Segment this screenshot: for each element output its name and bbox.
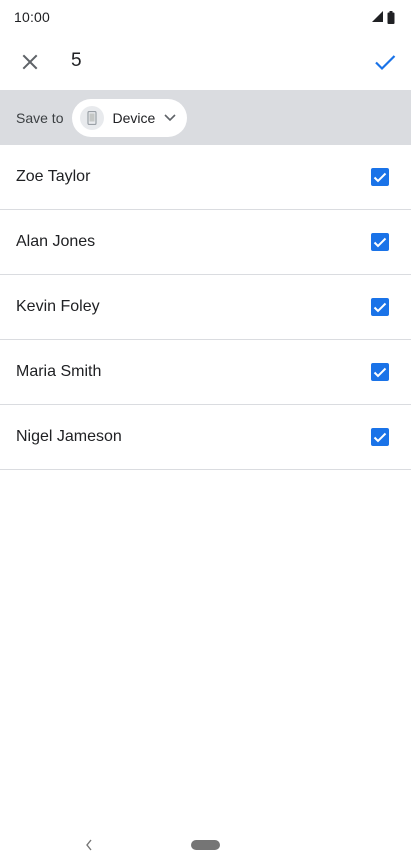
contact-row[interactable]: Maria Smith — [0, 340, 411, 405]
status-time: 10:00 — [14, 9, 51, 25]
contact-row[interactable]: Zoe Taylor — [0, 145, 411, 210]
checkmark-icon — [373, 172, 387, 182]
checkmark-icon — [373, 237, 387, 247]
back-chevron-icon — [86, 839, 92, 851]
nav-back-button[interactable] — [84, 838, 94, 857]
save-to-bar: Save to Device — [0, 90, 411, 145]
cell-signal-icon — [372, 11, 383, 22]
status-icons — [372, 10, 395, 24]
contact-row[interactable]: Kevin Foley — [0, 275, 411, 340]
confirm-button[interactable] — [365, 42, 405, 82]
contact-checkbox[interactable] — [371, 428, 389, 446]
app-bar: 5 — [0, 34, 411, 90]
contact-name: Alan Jones — [16, 233, 96, 250]
contact-name: Maria Smith — [16, 363, 102, 380]
contact-row[interactable]: Alan Jones — [0, 210, 411, 275]
contact-name: Kevin Foley — [16, 298, 100, 315]
account-selector-chip[interactable]: Device — [72, 98, 188, 137]
device-avatar — [80, 105, 105, 130]
status-bar: 10:00 — [0, 0, 411, 34]
close-icon — [22, 54, 38, 70]
checkmark-icon — [373, 367, 387, 377]
account-name: Device — [112, 109, 156, 126]
system-nav-bar — [0, 826, 411, 868]
save-to-label: Save to — [16, 109, 64, 126]
contact-checkbox[interactable] — [371, 168, 389, 186]
contact-checkbox[interactable] — [371, 298, 389, 316]
contact-name: Zoe Taylor — [16, 168, 91, 185]
contact-list: Zoe Taylor Alan Jones Kevin Foley Maria … — [0, 145, 411, 470]
chevron-down-icon — [163, 113, 177, 122]
contact-checkbox[interactable] — [371, 233, 389, 251]
contact-name: Nigel Jameson — [16, 428, 122, 445]
check-icon — [375, 55, 396, 71]
battery-icon — [387, 10, 395, 24]
checkmark-icon — [373, 302, 387, 312]
checkmark-icon — [373, 432, 387, 442]
contact-checkbox[interactable] — [371, 363, 389, 381]
selected-count: 5 — [71, 50, 82, 71]
contact-row[interactable]: Nigel Jameson — [0, 405, 411, 470]
nav-home-pill[interactable] — [191, 840, 220, 850]
phone-icon — [87, 110, 98, 125]
close-button[interactable] — [10, 42, 50, 82]
